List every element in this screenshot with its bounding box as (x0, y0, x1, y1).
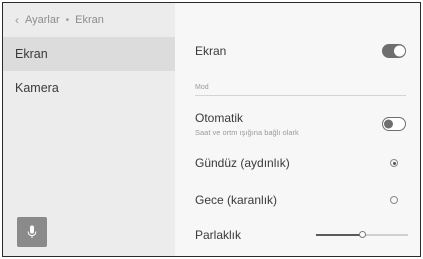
microphone-icon (27, 225, 37, 238)
sidebar-item-ekran[interactable]: Ekran (3, 37, 175, 71)
day-mode-row[interactable]: Gündüz (aydınlık) (195, 153, 406, 173)
sidebar-item-kamera[interactable]: Kamera (3, 71, 175, 105)
auto-toggle-label: Otomatik (195, 111, 244, 125)
sidebar-item-label: Ekran (15, 47, 48, 61)
auto-toggle-sublabel: Saat ve ortm ışığına bağlı olark (195, 128, 299, 137)
night-mode-row[interactable]: Gece (karanlık) (195, 190, 406, 210)
breadcrumb-parent[interactable]: Ayarlar (25, 14, 60, 26)
brightness-slider[interactable] (316, 230, 408, 240)
sidebar-item-label: Kamera (15, 81, 59, 95)
night-mode-radio[interactable] (390, 196, 398, 204)
display-toggle-row[interactable]: Ekran (195, 39, 406, 63)
mode-section-header: Mod (195, 81, 406, 93)
display-settings-screen: ‹ Ayarlar • Ekran Ekran Kamera Ekran Mod (2, 2, 421, 257)
brightness-row: Parlaklık (195, 225, 408, 245)
auto-toggle-text: Otomatik Saat ve ortm ışığına bağlı olar… (195, 111, 299, 137)
voice-button[interactable] (17, 217, 47, 247)
mode-section-label: Mod (195, 83, 209, 91)
day-mode-radio[interactable] (390, 159, 398, 167)
night-mode-label: Gece (karanlık) (195, 193, 278, 207)
auto-toggle-row[interactable]: Otomatik Saat ve ortm ışığına bağlı olar… (195, 109, 406, 139)
settings-panel: Ekran Mod Otomatik Saat ve ortm ışığına … (175, 3, 420, 256)
day-mode-label: Gündüz (aydınlık) (195, 156, 290, 170)
brightness-label: Parlaklık (195, 228, 242, 242)
auto-toggle[interactable] (382, 117, 406, 131)
display-toggle-label: Ekran (195, 44, 227, 58)
slider-thumb[interactable] (358, 231, 366, 238)
breadcrumb-separator: • (65, 14, 70, 26)
chevron-left-icon[interactable]: ‹ (15, 13, 19, 27)
display-toggle[interactable] (382, 44, 406, 58)
section-divider (195, 95, 406, 96)
slider-fill (316, 234, 362, 236)
breadcrumb: ‹ Ayarlar • Ekran (15, 10, 104, 30)
breadcrumb-current: Ekran (75, 14, 104, 26)
sidebar: ‹ Ayarlar • Ekran Ekran Kamera (3, 3, 175, 256)
